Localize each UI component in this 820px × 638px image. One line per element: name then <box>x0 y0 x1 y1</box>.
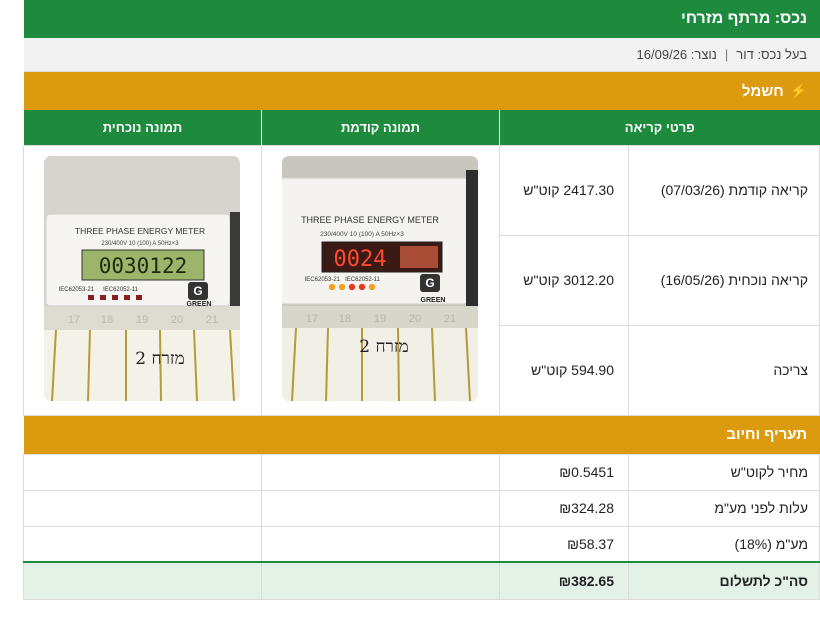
svg-text:21: 21 <box>206 314 218 326</box>
column-header-reading-details: פרטי קריאה <box>498 110 820 145</box>
empty-cell <box>23 453 262 491</box>
table-row: מע"מ (18%) ₪58.37 <box>23 525 820 563</box>
svg-text:GREEN: GREEN <box>187 301 212 308</box>
svg-text:0030122: 0030122 <box>99 254 188 278</box>
total-row: סה"כ לתשלום ₪382.65 <box>23 561 820 600</box>
price-per-kwh-value: ₪0.5451 <box>499 453 629 491</box>
cost-before-vat-value: ₪324.28 <box>499 489 629 527</box>
svg-text:IEC62052-11: IEC62052-11 <box>346 277 382 283</box>
svg-text:מזרח 2: מזרח 2 <box>360 337 409 357</box>
svg-text:20: 20 <box>409 313 421 325</box>
tariff-section-header: תעריף וחיוב <box>24 415 820 454</box>
property-title: נכס: מרתף מזרחי <box>24 0 820 38</box>
current-reading-value: 3012.20 קוט"ש <box>498 234 630 326</box>
vat-label: מע"מ (18%) <box>628 525 820 563</box>
meta-separator: | <box>724 47 729 62</box>
empty-cell <box>261 453 500 491</box>
svg-text:18: 18 <box>101 314 113 326</box>
svg-text:18: 18 <box>339 313 351 325</box>
empty-cell <box>23 561 262 600</box>
svg-text:3×230/400V 10 (100) A 50Hz: 3×230/400V 10 (100) A 50Hz <box>102 241 180 247</box>
table-row: מחיר לקוט"ש ₪0.5451 <box>23 453 820 491</box>
electricity-section-header: ⚡ חשמל <box>24 72 820 110</box>
previous-reading-value: 2417.30 קוט"ש <box>498 144 630 236</box>
tariff-section-title: תעריף וחיוב <box>726 426 807 443</box>
svg-text:21: 21 <box>444 313 456 325</box>
vat-value: ₪58.37 <box>499 525 629 563</box>
tariff-table: מחיר לקוט"ש ₪0.5451 עלות לפני מע"מ ₪324.… <box>23 453 820 600</box>
svg-text:מזרח 2: מזרח 2 <box>136 349 185 369</box>
created-text: נוצר: 16/09/26 <box>636 47 717 62</box>
electricity-section-title: חשמל <box>741 82 784 100</box>
svg-text:THREE PHASE ENERGY METER: THREE PHASE ENERGY METER <box>75 226 205 236</box>
svg-text:IEC62052-11: IEC62052-11 <box>104 287 140 293</box>
svg-text:3×230/400V 10 (100) A 50Hz: 3×230/400V 10 (100) A 50Hz <box>321 231 405 238</box>
consumption-label: צריכה <box>628 324 820 416</box>
column-header-current-photo: תמונה נוכחית <box>22 110 262 145</box>
svg-text:G: G <box>426 276 435 290</box>
property-report: נכס: מרתף מזרחי בעל נכס: דור | נוצר: 16/… <box>22 0 820 600</box>
owner-text: בעל נכס: דור <box>736 47 807 62</box>
empty-cell <box>23 525 262 563</box>
empty-cell <box>261 525 500 563</box>
current-reading-label: קריאה נוכחית (16/05/26) <box>628 234 820 326</box>
svg-text:19: 19 <box>374 313 386 325</box>
svg-text:19: 19 <box>136 314 148 326</box>
empty-cell <box>261 489 500 527</box>
property-meta: בעל נכס: דור | נוצר: 16/09/26 <box>24 38 820 72</box>
previous-photo-cell: 17 18 19 20 21 מזרח 2 THREE PHASE ENERGY… <box>260 144 500 416</box>
previous-meter-photo[interactable]: 17 18 19 20 21 מזרח 2 THREE PHASE ENERGY… <box>282 156 479 401</box>
svg-text:G: G <box>194 284 203 298</box>
empty-cell <box>23 489 262 527</box>
lightning-icon: ⚡ <box>790 83 807 98</box>
svg-text:THREE PHASE ENERGY METER: THREE PHASE ENERGY METER <box>302 215 440 225</box>
readings-header-row: פרטי קריאה תמונה קודמת תמונה נוכחית <box>22 110 820 145</box>
empty-cell <box>261 561 500 600</box>
price-per-kwh-label: מחיר לקוט"ש <box>628 453 820 491</box>
svg-text:GREEN: GREEN <box>421 297 446 304</box>
svg-text:17: 17 <box>306 313 318 325</box>
total-label: סה"כ לתשלום <box>628 561 820 600</box>
table-row: עלות לפני מע"מ ₪324.28 <box>23 489 820 527</box>
table-row: קריאה קודמת (07/03/26) 2417.30 קוט"ש 17 … <box>22 144 820 416</box>
cost-before-vat-label: עלות לפני מע"מ <box>628 489 820 527</box>
current-meter-photo[interactable]: 17 18 19 20 21 מזרח 2 THREE PHASE ENERGY… <box>44 156 241 401</box>
previous-reading-label: קריאה קודמת (07/03/26) <box>628 144 820 236</box>
svg-text:IEC62053-21: IEC62053-21 <box>305 277 341 283</box>
consumption-value: 594.90 קוט"ש <box>498 324 630 416</box>
current-photo-cell: 17 18 19 20 21 מזרח 2 THREE PHASE ENERGY… <box>22 144 262 416</box>
svg-text:20: 20 <box>171 314 183 326</box>
readings-table: פרטי קריאה תמונה קודמת תמונה נוכחית קריא… <box>22 110 820 416</box>
column-header-previous-photo: תמונה קודמת <box>260 110 500 145</box>
svg-text:IEC62053-21: IEC62053-21 <box>59 287 95 293</box>
svg-text:17: 17 <box>68 314 80 326</box>
svg-text:0024: 0024 <box>334 247 387 272</box>
total-value: ₪382.65 <box>499 561 629 600</box>
